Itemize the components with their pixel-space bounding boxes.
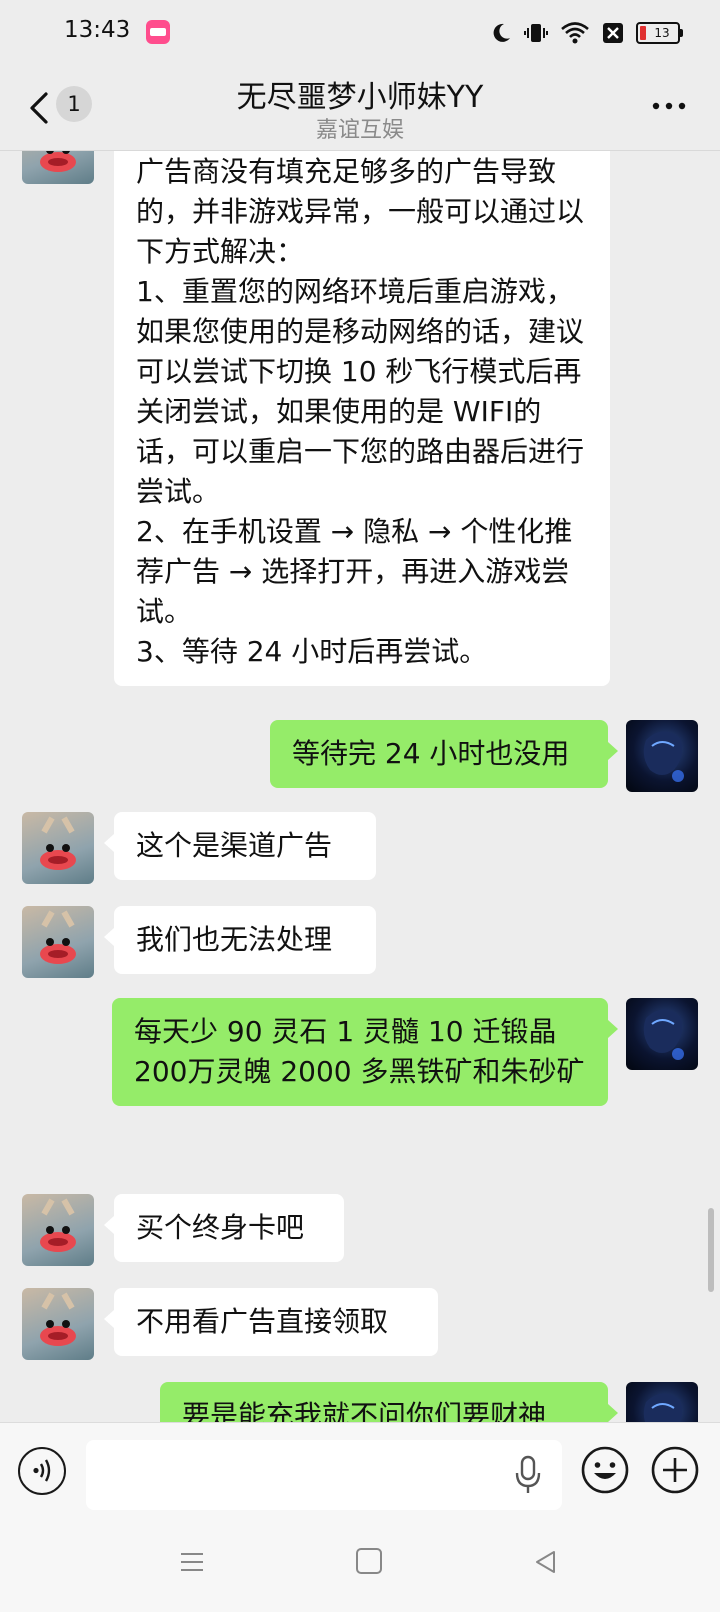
plus-icon [651,1446,699,1494]
voice-mode-button[interactable] [18,1447,66,1495]
microphone-button[interactable] [514,1455,542,1495]
message-list[interactable]: 亲爱的玩家您好，该提示一般是由于广告商没有填充足够多的广告导致的，并非游戏异常，… [0,150,720,1422]
avatar-image [643,1393,682,1422]
contact-avatar[interactable] [22,1288,94,1360]
avatar-image [40,910,76,964]
system-back-button[interactable] [532,1548,560,1576]
my-avatar[interactable] [626,720,698,792]
message-bubble-incoming[interactable]: 买个终身卡吧 [104,1194,344,1262]
page-title: 无尽噩梦小师妹YY [236,80,484,115]
avatar-image [643,731,684,782]
message-bubble-outgoing[interactable]: 每天少 90 灵石 1 灵髓 10 迁锻晶 200万灵魄 2000 多黑铁矿和朱… [112,998,618,1106]
status-time: 13:43 [64,17,131,43]
message-bubble-incoming[interactable]: 这个是渠道广告 [104,812,376,880]
page-subtitle: 嘉谊互娱 [315,118,404,143]
x-box-icon [602,22,624,44]
input-bar [0,1422,720,1519]
triangle-back-icon [536,1551,555,1573]
battery-level: 13 [654,26,670,40]
status-bar: 13:43 13 [0,0,720,66]
message-input[interactable] [86,1440,562,1510]
contact-avatar[interactable] [22,812,94,884]
more-actions-button[interactable] [650,1445,700,1495]
emoji-icon [581,1446,629,1494]
my-avatar[interactable] [626,998,698,1070]
more-dots-icon [652,102,686,110]
message-bubble-incoming[interactable]: 我们也无法处理 [104,906,376,974]
message-bubble-outgoing[interactable]: 要是能充我就不问你们要财神 [160,1382,618,1422]
menu-lines-icon [181,1553,203,1571]
microphone-icon [515,1455,541,1493]
recent-apps-button[interactable] [178,1548,206,1576]
contact-avatar[interactable] [22,1194,94,1266]
avatar-image [40,1292,76,1346]
my-avatar[interactable] [626,1382,698,1422]
vibrate-icon [524,21,548,45]
message-bubble-incoming[interactable]: 不用看广告直接领取 [104,1288,438,1356]
emoji-button[interactable] [580,1445,630,1495]
wifi-icon [560,22,590,44]
contact-avatar[interactable] [22,150,94,184]
avatar-image [40,1198,76,1252]
chat-header: 1 无尽噩梦小师妹YY 嘉谊互娱 [0,66,720,151]
message-bubble-incoming[interactable]: 亲爱的玩家您好，该提示一般是由于广告商没有填充足够多的广告导致的，并非游戏异常，… [114,150,610,686]
app-notification-icon [146,20,170,44]
moon-icon [490,22,512,44]
home-button[interactable] [356,1548,382,1574]
scrollbar[interactable] [708,1208,714,1292]
message-bubble-outgoing[interactable]: 等待完 24 小时也没用 [270,720,618,788]
status-icons: 13 [490,18,683,48]
battery-icon: 13 [636,22,683,44]
system-nav-bar [0,1518,720,1612]
more-button[interactable] [652,96,686,116]
voice-wave-icon [33,1459,51,1482]
avatar-image [40,816,76,870]
avatar-image [40,150,76,172]
avatar-image [643,1009,684,1060]
contact-avatar[interactable] [22,906,94,978]
